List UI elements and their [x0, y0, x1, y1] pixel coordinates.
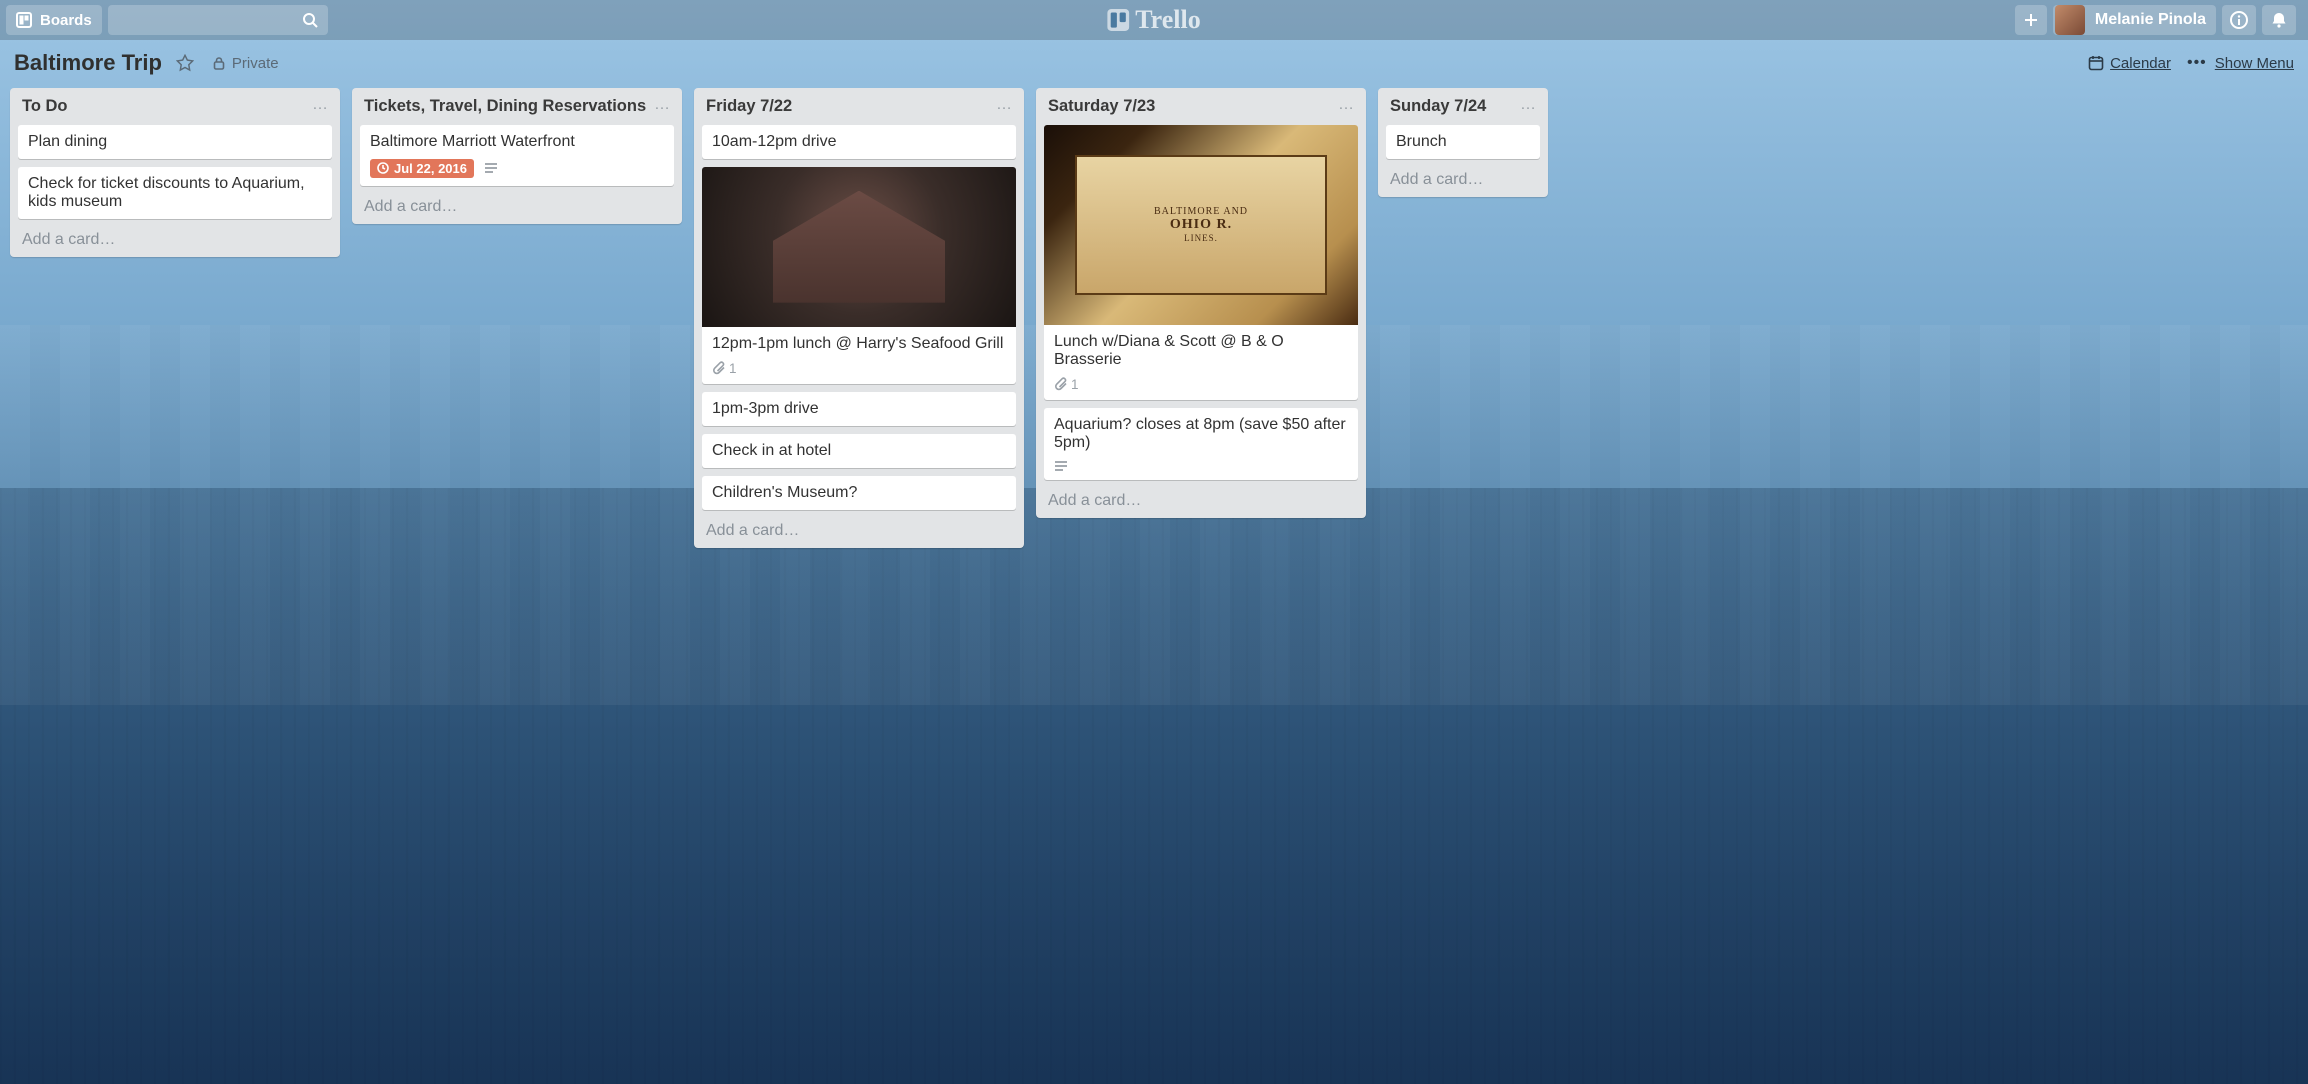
board-icon [16, 12, 32, 28]
list-header: Sunday 7/24 … [1386, 96, 1540, 117]
list-header: Saturday 7/23 … [1044, 96, 1358, 117]
add-card-button[interactable]: Add a card… [1044, 488, 1358, 510]
list-title[interactable]: Tickets, Travel, Dining Reservations [364, 96, 646, 117]
info-button[interactable] [2222, 5, 2256, 35]
add-card-button[interactable]: Add a card… [360, 194, 674, 216]
add-card-button[interactable]: Add a card… [1386, 167, 1540, 189]
card[interactable]: Baltimore Marriott Waterfront Jul 22, 201… [360, 125, 674, 186]
list: Sunday 7/24 … Brunch Add a card… [1378, 88, 1548, 197]
due-badge: Jul 22, 2016 [370, 159, 474, 178]
star-icon[interactable] [176, 54, 194, 72]
list-title[interactable]: Friday 7/22 [706, 96, 792, 117]
card[interactable]: 12pm-1pm lunch @ Harry's Seafood Grill 1 [702, 167, 1016, 384]
attachment-badge: 1 [712, 361, 737, 376]
user-menu[interactable]: Melanie Pinola [2053, 5, 2216, 35]
show-menu-link[interactable]: Show Menu [2215, 55, 2294, 72]
list-menu-button[interactable]: … [312, 96, 328, 114]
list-header: Tickets, Travel, Dining Reservations … [360, 96, 674, 117]
calendar-icon [2088, 55, 2104, 71]
boards-button-label: Boards [40, 12, 92, 29]
card-badges: 1 [1054, 377, 1348, 392]
card[interactable]: 10am-12pm drive [702, 125, 1016, 159]
card-text: Children's Museum? [712, 484, 1006, 502]
list-header: Friday 7/22 … [702, 96, 1016, 117]
description-badge [484, 162, 498, 174]
add-card-button[interactable]: Add a card… [702, 518, 1016, 540]
attachment-badge: 1 [1054, 377, 1079, 392]
trello-logo-icon [1107, 9, 1129, 31]
card-badges: 1 [712, 361, 1006, 376]
board-name[interactable]: Baltimore Trip [14, 50, 162, 76]
list-title[interactable]: Sunday 7/24 [1390, 96, 1486, 117]
description-badge [1054, 460, 1068, 472]
plus-icon [2023, 12, 2039, 28]
card[interactable]: BALTIMORE ANDOHIO R.LINES. Lunch w/Diana … [1044, 125, 1358, 400]
card-text: 1pm-3pm drive [712, 400, 1006, 418]
create-button[interactable] [2015, 5, 2047, 35]
card-text: Aquarium? closes at 8pm (save $50 after … [1054, 416, 1348, 452]
card[interactable]: 1pm-3pm drive [702, 392, 1016, 426]
board-canvas[interactable]: To Do … Plan dining Check for ticket discou… [0, 82, 2308, 578]
lock-icon [212, 56, 226, 70]
avatar [2055, 5, 2085, 35]
card-badges [1054, 460, 1348, 472]
bell-icon [2270, 11, 2288, 29]
trello-logo-text: Trello [1135, 5, 1200, 35]
notifications-button[interactable] [2262, 5, 2296, 35]
search-input[interactable] [108, 5, 328, 35]
calendar-link[interactable]: Calendar [2110, 55, 2171, 72]
card-text: Lunch w/Diana & Scott @ B & O Brasserie [1054, 333, 1348, 369]
list-menu-button[interactable]: … [1338, 96, 1354, 114]
list-menu-button[interactable]: … [996, 96, 1012, 114]
card-cover: BALTIMORE ANDOHIO R.LINES. [1044, 125, 1358, 325]
list: To Do … Plan dining Check for ticket discou… [10, 88, 340, 257]
boards-button[interactable]: Boards [6, 5, 102, 35]
card[interactable]: Aquarium? closes at 8pm (save $50 after … [1044, 408, 1358, 480]
list: Tickets, Travel, Dining Reservations … Bal… [352, 88, 682, 224]
list-title[interactable]: Saturday 7/23 [1048, 96, 1155, 117]
add-card-button[interactable]: Add a card… [18, 227, 332, 249]
card[interactable]: Children's Museum? [702, 476, 1016, 510]
board-header: Baltimore Trip Private Calendar ••• Show… [0, 40, 2308, 82]
card-text: Brunch [1396, 133, 1530, 151]
search-icon [302, 12, 318, 28]
card-text: 12pm-1pm lunch @ Harry's Seafood Grill [712, 335, 1006, 353]
card-text: Check in at hotel [712, 442, 1006, 460]
card[interactable]: Check in at hotel [702, 434, 1016, 468]
global-header: Boards Trello Melanie Pinola [0, 0, 2308, 40]
card[interactable]: Brunch [1386, 125, 1540, 159]
info-icon [2230, 11, 2248, 29]
list: Friday 7/22 … 10am-12pm drive 12pm-1pm lunc… [694, 88, 1024, 548]
ellipsis-icon: ••• [2187, 54, 2207, 72]
card-text: 10am-12pm drive [712, 133, 1006, 151]
card-text: Baltimore Marriott Waterfront [370, 133, 664, 151]
card-text: Plan dining [28, 133, 322, 151]
trello-logo[interactable]: Trello [1107, 5, 1200, 35]
card-badges: Jul 22, 2016 [370, 159, 664, 178]
card-text: Check for ticket discounts to Aquarium, … [28, 175, 322, 211]
card[interactable]: Plan dining [18, 125, 332, 159]
user-name: Melanie Pinola [2095, 11, 2206, 29]
list-title[interactable]: To Do [22, 96, 68, 117]
card[interactable]: Check for ticket discounts to Aquarium, … [18, 167, 332, 219]
list-menu-button[interactable]: … [654, 96, 670, 114]
list-header: To Do … [18, 96, 332, 117]
list: Saturday 7/23 … BALTIMORE ANDOHIO R.LINES.… [1036, 88, 1366, 518]
board-visibility[interactable]: Private [232, 55, 279, 72]
list-menu-button[interactable]: … [1520, 96, 1536, 114]
card-cover [702, 167, 1016, 327]
